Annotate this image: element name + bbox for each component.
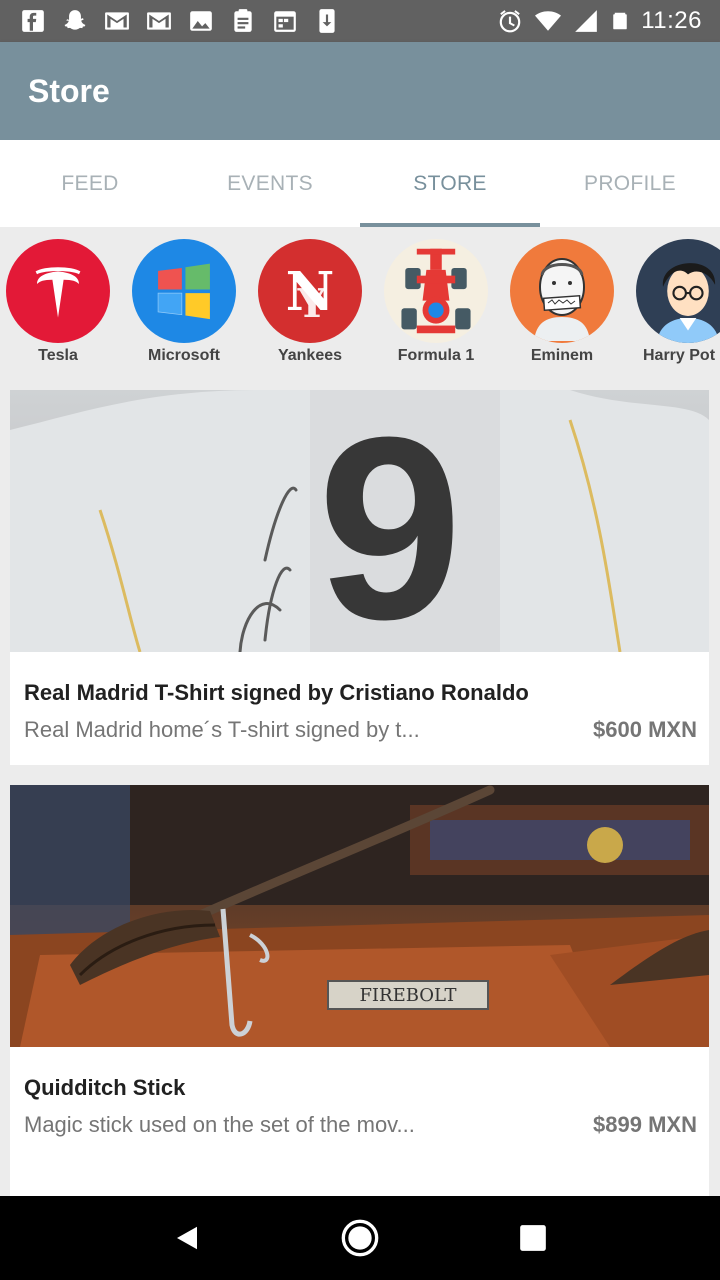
- brand-item-harry-potter[interactable]: Harry Pot: [633, 239, 720, 365]
- signal-icon: [575, 10, 598, 32]
- notification-icons: [18, 8, 342, 34]
- recents-button[interactable]: [503, 1208, 563, 1268]
- page-title: Store: [28, 72, 110, 109]
- race-car-icon: [384, 239, 488, 343]
- yankees-logo-icon: NY: [258, 239, 362, 343]
- brand-item-formula-1[interactable]: Formula 1: [381, 239, 491, 365]
- product-description: Real Madrid home´s T-shirt signed by t..…: [24, 717, 420, 742]
- snapchat-icon: [60, 8, 90, 34]
- product-price: $600 MXN: [593, 717, 697, 742]
- tab-store[interactable]: STORE: [360, 140, 540, 227]
- product-description: Magic stick used on the set of the mov..…: [24, 1112, 415, 1137]
- product-image[interactable]: 9: [10, 390, 709, 652]
- system-icons: 11:26: [497, 7, 702, 35]
- system-nav-bar: [0, 1196, 720, 1280]
- firebolt-plaque: FIREBOLT: [359, 985, 456, 1006]
- gallery-icon: [186, 8, 216, 34]
- status-time: 11:26: [641, 7, 702, 34]
- tesla-logo-icon: [6, 239, 110, 343]
- product-price: $899 MXN: [593, 1112, 697, 1137]
- avatar: [636, 239, 720, 343]
- home-button[interactable]: [330, 1208, 390, 1268]
- tab-events[interactable]: EVENTS: [180, 140, 360, 227]
- brand-item-eminem[interactable]: Eminem: [507, 239, 617, 365]
- facebook-icon: [18, 8, 48, 34]
- brand-label: Formula 1: [397, 347, 475, 364]
- brand-item-microsoft[interactable]: Microsoft: [129, 239, 239, 365]
- tab-feed[interactable]: FEED: [0, 140, 180, 227]
- recents-icon: [520, 1225, 547, 1251]
- product-card[interactable]: FIREBOLT Quidditch Stick Magic stick use…: [10, 785, 709, 1196]
- tab-profile[interactable]: PROFILE: [540, 140, 720, 227]
- brand-label: Yankees: [277, 347, 343, 364]
- brand-item-tesla[interactable]: Tesla: [3, 239, 113, 365]
- tab-bar: FEED EVENTS STORE PROFILE: [0, 140, 720, 227]
- product-card[interactable]: 9 Real Madrid T-Shirt signed by Cristian…: [10, 390, 709, 765]
- svg-text:Y: Y: [297, 281, 327, 327]
- broom-graphic: FIREBOLT: [10, 785, 709, 1047]
- microsoft-logo-icon: [132, 239, 236, 343]
- back-button[interactable]: [157, 1208, 217, 1268]
- avatar: [510, 239, 614, 343]
- home-icon: [341, 1219, 379, 1257]
- brand-label: Tesla: [38, 347, 78, 364]
- brand-label: Eminem: [530, 347, 594, 364]
- calendar-icon: [270, 8, 300, 34]
- brand-item-yankees[interactable]: NY Yankees: [255, 239, 365, 365]
- battery-icon: [613, 12, 627, 30]
- jersey-graphic: 9: [10, 390, 709, 652]
- gmail-icon: [144, 8, 174, 34]
- brand-carousel[interactable]: Tesla Microsoft NY Yankees Formula 1 Emi…: [0, 227, 720, 379]
- wifi-icon: [535, 11, 562, 31]
- back-icon: [176, 1226, 197, 1250]
- brand-label: Harry Pot: [643, 347, 716, 364]
- product-title: Real Madrid T-Shirt signed by Cristiano …: [24, 680, 529, 705]
- product-title: Quidditch Stick: [24, 1075, 186, 1100]
- app-bar: Store: [0, 42, 720, 140]
- clipboard-icon: [228, 8, 258, 34]
- brand-label: Microsoft: [148, 347, 220, 364]
- download-icon: [312, 8, 342, 34]
- gmail-icon: [102, 8, 132, 34]
- status-bar: 11:26: [0, 0, 720, 42]
- alarm-icon: [499, 10, 521, 33]
- product-image[interactable]: FIREBOLT: [10, 785, 709, 1047]
